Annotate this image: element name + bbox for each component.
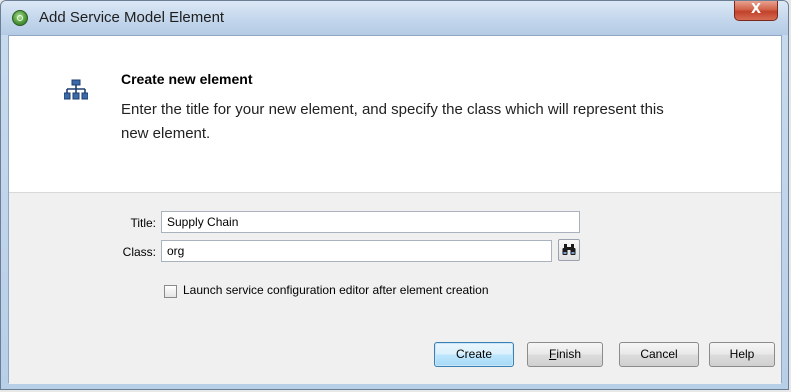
launch-editor-checkbox[interactable]	[164, 285, 177, 298]
title-input[interactable]: Supply Chain	[161, 211, 580, 233]
dialog-window: Add Service Model Element X Create new e…	[0, 0, 789, 390]
title-bar[interactable]: Add Service Model Element X	[1, 1, 788, 35]
finish-label: inish	[556, 347, 582, 361]
create-button[interactable]: Create	[434, 342, 514, 367]
launch-editor-label[interactable]: Launch service configuration editor afte…	[183, 283, 489, 297]
close-button[interactable]: X	[734, 1, 778, 21]
cancel-button[interactable]: Cancel	[619, 342, 699, 367]
browse-class-button[interactable]	[558, 239, 580, 261]
dialog-content: Create new element Enter the title for y…	[8, 35, 782, 384]
header-title: Create new element	[121, 71, 253, 87]
header-description: Enter the title for your new element, an…	[121, 101, 664, 142]
help-button[interactable]: Help	[709, 342, 775, 367]
title-label: Title:	[130, 216, 156, 230]
finish-button[interactable]: Finish	[527, 342, 603, 367]
app-logo-icon	[12, 10, 28, 26]
binoculars-icon	[562, 244, 576, 255]
class-label: Class:	[122, 245, 156, 259]
class-input[interactable]: org	[161, 240, 552, 262]
window-title: Add Service Model Element	[39, 9, 225, 26]
close-icon: X	[750, 2, 762, 17]
hierarchy-icon	[64, 79, 88, 100]
